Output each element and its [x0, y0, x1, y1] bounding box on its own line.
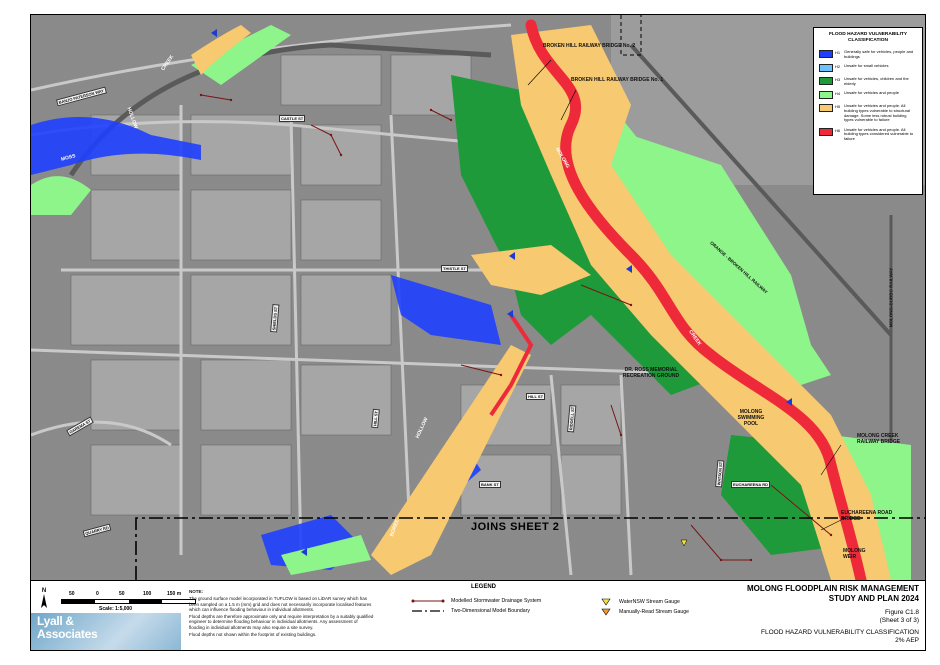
- scale-label: Scale: 1:5,000: [99, 606, 133, 612]
- classification-line-2: 2% AEP: [895, 637, 919, 644]
- hazard-legend-item: H5 Unsafe for vehicles and people. All bu…: [819, 104, 917, 122]
- note-paragraph: The ground surface model incorporated in…: [189, 596, 372, 612]
- scale-tick: 150 m: [167, 591, 182, 597]
- map-canvas: [31, 15, 925, 580]
- report-title-line-2: STUDY AND PLAN 2024: [828, 593, 919, 603]
- label-molong-dubbo: MOLONG-DUBBO RAILWAY: [888, 267, 894, 328]
- label-euchareena-bridge: EUCHAREENA ROAD BRIDGE: [841, 510, 893, 522]
- joins-sheet-label: JOINS SHEET 2: [471, 521, 560, 533]
- hazard-legend: FLOOD HAZARD VULNERABILITY CLASSIFICATIO…: [813, 27, 923, 195]
- north-label: N: [42, 588, 46, 594]
- sheet-label: (Sheet 3 of 3): [879, 617, 919, 624]
- legend-manual-label: Manually-Read Stream Gauge: [619, 609, 690, 615]
- report-title: MOLONG FLOODPLAIN RISK MANAGEMENT STUDY …: [719, 584, 919, 603]
- scale-tick: 50: [69, 591, 75, 597]
- map-legend: LEGEND Modelled Stormwater Drainage Syst…: [411, 581, 721, 650]
- figure-label: Figure C1.8: [885, 609, 919, 616]
- street-label: THISTLE ST: [441, 265, 468, 272]
- manual-gauge-icon: [601, 608, 611, 616]
- hazard-legend-item: H6 Unsafe for vehicles and people. All bu…: [819, 126, 917, 142]
- map-sheet: BROKEN HILL RAILWAY BRIDGE No. 2 BROKEN …: [30, 14, 926, 651]
- hazard-code: H3: [835, 77, 841, 83]
- hazard-legend-rows: H1 Generally safe for vehicles, people an…: [819, 49, 917, 142]
- waternsw-gauge-icon: [601, 598, 611, 606]
- hazard-code: H4: [835, 91, 841, 97]
- street-label: CASTLE ST: [279, 115, 306, 122]
- hazard-swatch: [819, 91, 833, 100]
- title-block: MOLONG FLOODPLAIN RISK MANAGEMENT STUDY …: [719, 581, 919, 650]
- label-dr-ross: DR. ROSS MEMORIAL RECREATION GROUND: [622, 367, 680, 379]
- hazard-description: Unsafe for vehicles and people. All buil…: [844, 126, 914, 141]
- hazard-legend-title: FLOOD HAZARD VULNERABILITY CLASSIFICATIO…: [828, 32, 908, 43]
- hazard-swatch: [819, 104, 833, 113]
- legend-stormwater: Modelled Stormwater Drainage System: [411, 598, 541, 604]
- hazard-description: Unsafe for vehicles and people: [844, 90, 899, 96]
- label-broken-hill-bridge-1: BROKEN HILL RAILWAY BRIDGE No. 1: [571, 77, 664, 83]
- label-molong-pool: MOLONG SWIMMING POOL: [737, 409, 765, 427]
- scale-tick: 100: [143, 591, 152, 597]
- company-logo: Lyall & Associates: [31, 613, 181, 650]
- legend-waternsw: WaterNSW Stream Gauge: [601, 598, 680, 606]
- street-label: HILL ST: [526, 393, 546, 400]
- classification-line-1: FLOOD HAZARD VULNERABILITY CLASSIFICATIO…: [761, 629, 919, 636]
- hazard-code: H6: [835, 127, 841, 133]
- footer-panel: N 50 0 50 100 150 m Scale: 1:5,000 Lyall…: [31, 580, 925, 650]
- label-molong-creek-bridge: MOLONG CREEK RAILWAY BRIDGE: [857, 433, 901, 445]
- logo-line-2: Associates: [37, 627, 98, 641]
- hazard-legend-item: H3 Unsafe for vehicles, children and the …: [819, 76, 917, 86]
- legend-manual: Manually-Read Stream Gauge: [601, 608, 689, 616]
- hazard-legend-item: H4 Unsafe for vehicles and people: [819, 90, 917, 100]
- stormwater-line-icon: [411, 599, 445, 603]
- logo-text: Lyall & Associates: [37, 615, 98, 641]
- hazard-description: Unsafe for small vehicles: [844, 63, 889, 69]
- note-paragraph: Flood depths not shown within the footpr…: [189, 632, 317, 638]
- scale-tick: 50: [119, 591, 125, 597]
- hazard-description: Unsafe for vehicles, children and the el…: [844, 76, 909, 86]
- flood-map[interactable]: BROKEN HILL RAILWAY BRIDGE No. 2 BROKEN …: [31, 15, 925, 580]
- north-arrow-icon: N: [41, 588, 47, 608]
- legend-boundary: Two-Dimensional Model Boundary: [411, 608, 530, 614]
- figure-number: Figure C1.8 (Sheet 3 of 3): [719, 609, 919, 625]
- legend-boundary-label: Two-Dimensional Model Boundary: [451, 608, 531, 614]
- hazard-legend-item: H2 Unsafe for small vehicles: [819, 63, 917, 73]
- label-molong-weir: MOLONG WEIR: [843, 548, 866, 560]
- hazard-swatch: [819, 64, 833, 73]
- scale-bar: 50 0 50 100 150 m Scale: 1:5,000: [61, 591, 196, 612]
- hazard-legend-item: H1 Generally safe for vehicles, people an…: [819, 49, 917, 59]
- hazard-code: H2: [835, 64, 841, 70]
- hazard-swatch: [819, 77, 833, 86]
- note-block: NOTE: The ground surface model incorpora…: [189, 589, 374, 639]
- hazard-code: H1: [835, 50, 841, 55]
- scale-ticks: 50 0 50 100 150 m: [61, 591, 196, 598]
- scale-tick: 0: [96, 591, 99, 597]
- street-label: EUCHAREENA RD: [731, 481, 770, 488]
- hazard-description: Generally safe for vehicles, people and …: [844, 49, 914, 59]
- legend-stormwater-label: Modelled Stormwater Drainage System: [451, 598, 542, 604]
- note-title: NOTE:: [189, 589, 203, 594]
- hazard-swatch: [819, 127, 833, 136]
- hazard-code: H5: [835, 104, 841, 110]
- note-paragraph: Flood depths are therefore approximate o…: [189, 614, 374, 630]
- classification-title: FLOOD HAZARD VULNERABILITY CLASSIFICATIO…: [719, 629, 919, 645]
- boundary-line-icon: [412, 610, 444, 612]
- hazard-swatch: [819, 50, 833, 58]
- legend-title: LEGEND: [471, 584, 497, 590]
- legend-waternsw-label: WaterNSW Stream Gauge: [619, 599, 680, 605]
- hazard-description: Unsafe for vehicles and people. All buil…: [844, 103, 911, 123]
- street-label: BANK ST: [479, 481, 501, 488]
- label-broken-hill-bridge-2: BROKEN HILL RAILWAY BRIDGE No. 2: [543, 43, 636, 49]
- report-title-line-1: MOLONG FLOODPLAIN RISK MANAGEMENT: [747, 584, 919, 593]
- scale-bar-graphic: [61, 599, 196, 604]
